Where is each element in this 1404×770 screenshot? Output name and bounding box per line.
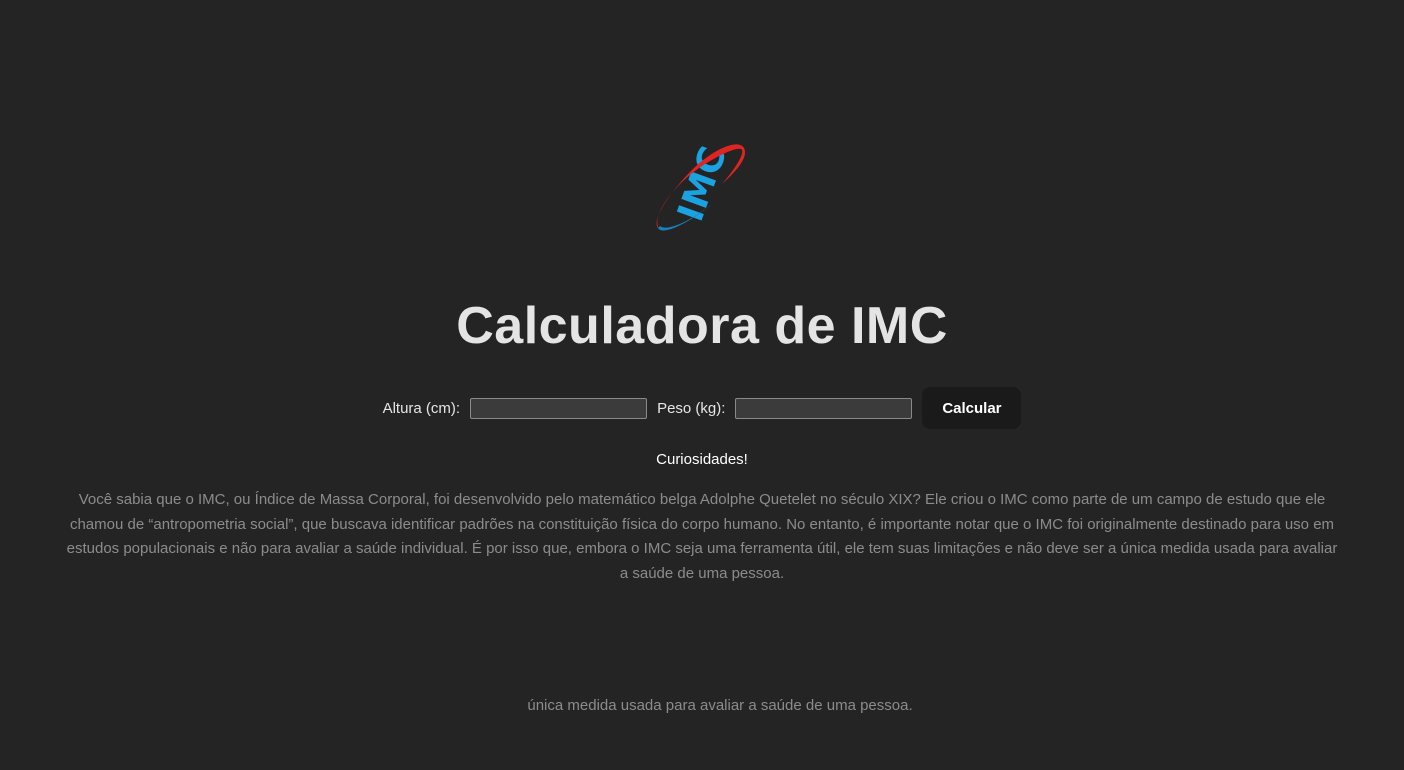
weight-input[interactable]	[735, 397, 913, 419]
page-title: Calculadora de IMC	[456, 297, 948, 355]
calculate-button[interactable]: Calcular	[922, 387, 1022, 429]
imc-logo-icon: IMC	[656, 142, 746, 231]
weight-label: Peso (kg):	[657, 399, 726, 417]
curiosities-text: Você sabia que o IMC, ou Índice de Massa…	[66, 491, 1338, 582]
height-label: Altura (cm):	[382, 399, 461, 417]
curiosities-heading: Curiosidades!	[656, 451, 748, 468]
imc-form: Altura (cm): Peso (kg): Calcular	[0, 387, 1404, 429]
logo-text: IMC	[670, 142, 734, 227]
footer-text: única medida usada para avaliar a saúde …	[527, 697, 913, 714]
height-input[interactable]	[470, 397, 648, 419]
page: IMC Calculadora de IMC Altura (cm): Peso…	[0, 0, 1404, 770]
